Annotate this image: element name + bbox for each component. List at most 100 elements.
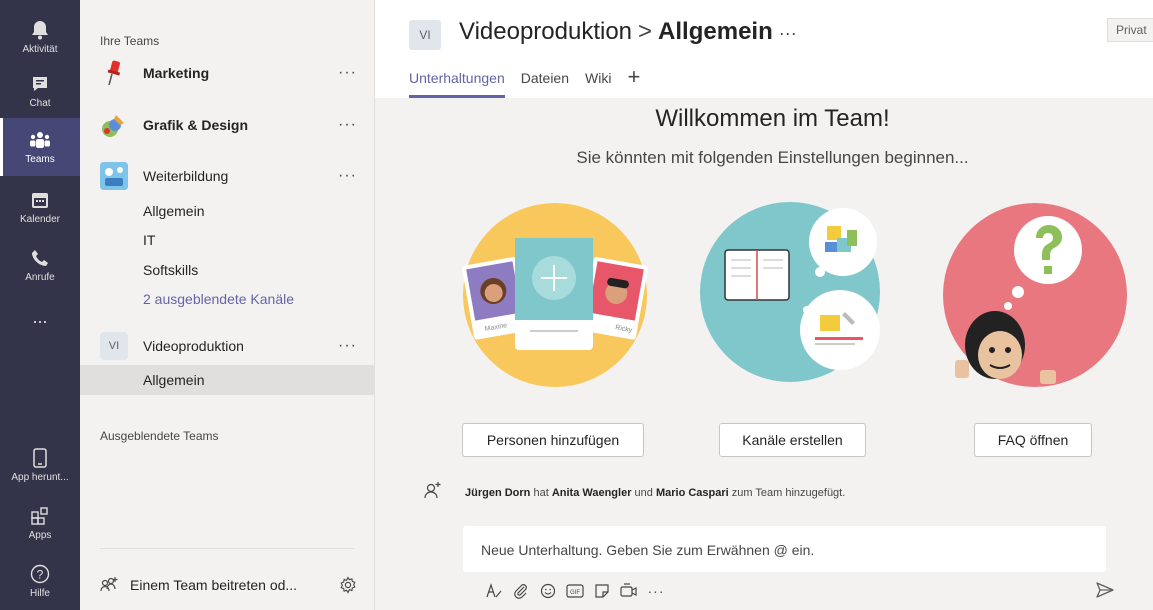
activity-verb: hat	[530, 487, 552, 499]
appbar-calls-label: Anrufe	[25, 272, 55, 283]
activity-actor: Jürgen Dorn	[465, 487, 531, 499]
calendar-icon	[29, 189, 51, 211]
phone-icon	[29, 247, 51, 269]
team-weiterbildung-name: Weiterbildung	[143, 168, 229, 184]
appbar-help-label: Hilfe	[29, 588, 50, 599]
create-channels-illustration	[695, 200, 895, 390]
channel-weiterbildung-it[interactable]: IT	[80, 226, 375, 254]
faq-illustration	[940, 200, 1130, 390]
apps-icon	[29, 505, 51, 527]
team-grafik-design-name: Grafik & Design	[143, 117, 249, 133]
tab-dateien[interactable]: Dateien	[521, 70, 569, 98]
main-area: VI Videoproduktion > Allgemein ··· Privat U…	[375, 0, 1153, 610]
team-videoproduktion[interactable]: VI Videoproduktion ···	[80, 328, 375, 364]
welcome-subtitle: Sie könnten mit folgenden Einstellungen …	[576, 148, 969, 167]
meet-icon[interactable]	[616, 580, 642, 602]
breadcrumb-team[interactable]: Videoproduktion	[459, 18, 632, 45]
your-teams-label: Ihre Teams	[100, 34, 160, 48]
team-grafik-design-more-button[interactable]: ···	[338, 116, 357, 134]
compose-box[interactable]: Neue Unterhaltung. Geben Sie zum Erwähne…	[463, 526, 1106, 572]
pushpin-icon	[100, 59, 128, 87]
gif-icon[interactable]: GIF	[562, 580, 588, 602]
breadcrumb: Videoproduktion > Allgemein ···	[459, 18, 797, 46]
teams-icon	[29, 129, 51, 151]
team-marketing[interactable]: Marketing ···	[80, 55, 375, 91]
channel-label: Allgemein	[143, 372, 205, 388]
appbar-download-app[interactable]: App herunt...	[0, 436, 80, 494]
sticker-icon[interactable]	[589, 580, 615, 602]
activity-person1: Anita Waengler	[551, 487, 632, 499]
appbar-activity[interactable]: Aktivität	[0, 8, 80, 66]
teams-panel: Ihre Teams Marketing ··· Grafik & Design…	[80, 0, 375, 610]
appbar-help[interactable]: ? Hilfe	[0, 552, 80, 610]
team-weiterbildung[interactable]: Weiterbildung ···	[80, 158, 375, 194]
bell-icon	[29, 19, 51, 41]
team-marketing-more-button[interactable]: ···	[338, 64, 357, 82]
attach-icon[interactable]	[508, 580, 534, 602]
appbar-more[interactable]: ...	[0, 300, 80, 340]
team-weiterbildung-more-button[interactable]: ···	[338, 167, 357, 185]
channel-weiterbildung-softskills[interactable]: Softskills	[80, 256, 375, 284]
help-icon: ?	[29, 563, 51, 585]
appbar-chat[interactable]: Chat	[0, 62, 80, 120]
team-videoproduktion-more-button[interactable]: ···	[338, 337, 357, 355]
privacy-badge: Privat	[1107, 18, 1153, 42]
activity-text: Jürgen Dorn hat Anita Waengler und Mario…	[465, 487, 845, 499]
format-icon[interactable]	[481, 580, 507, 602]
paint-icon	[100, 111, 128, 139]
hidden-channels-label: 2 ausgeblendete Kanäle	[143, 291, 295, 307]
gear-icon[interactable]	[339, 576, 357, 594]
activity-person2: Mario Caspari	[655, 487, 729, 499]
compose-toolbar: GIF ···	[481, 578, 670, 604]
appbar-chat-label: Chat	[29, 98, 51, 109]
team-videoproduktion-name: Videoproduktion	[143, 338, 244, 354]
channel-weiterbildung-allgemein[interactable]: Allgemein	[80, 197, 375, 225]
appbar-activity-label: Aktivität	[22, 44, 58, 55]
appbar-teams[interactable]: Teams	[0, 118, 80, 176]
open-faq-button[interactable]: FAQ öffnen	[974, 423, 1092, 457]
device-icon	[29, 447, 51, 469]
appbar-calendar[interactable]: Kalender	[0, 178, 80, 236]
channel-videoproduktion-allgemein[interactable]: Allgemein	[80, 365, 375, 395]
compose-placeholder: Neue Unterhaltung. Geben Sie zum Erwähne…	[481, 542, 815, 558]
team-weiterbildung-avatar	[100, 162, 128, 190]
team-videoproduktion-avatar: VI	[100, 332, 128, 360]
add-tab-button[interactable]: +	[627, 64, 640, 90]
appbar-teams-label: Teams	[25, 154, 55, 165]
activity-suffix: zum Team hinzugefügt.	[728, 487, 846, 499]
create-channels-button[interactable]: Kanäle erstellen	[719, 423, 866, 457]
add-person-icon	[423, 480, 443, 500]
hidden-teams-label: Ausgeblendete Teams	[100, 429, 219, 443]
join-team-icon	[100, 575, 120, 595]
appbar-apps[interactable]: Apps	[0, 494, 80, 552]
activity-message: Jürgen Dorn hat Anita Waengler und Mario…	[423, 478, 1123, 508]
breadcrumb-separator: >	[638, 18, 653, 45]
tab-unterhaltungen[interactable]: Unterhaltungen	[409, 70, 505, 98]
tab-wiki[interactable]: Wiki	[585, 70, 611, 98]
add-people-illustration: Maxine Ricky	[460, 200, 650, 390]
channel-label: IT	[143, 232, 156, 248]
more-icon[interactable]: ···	[643, 580, 669, 602]
panel-divider	[100, 548, 354, 549]
chat-icon	[29, 73, 51, 95]
join-team-button[interactable]: Einem Team beitreten od...	[100, 570, 365, 600]
join-team-label: Einem Team beitreten od...	[130, 577, 298, 593]
svg-text:?: ?	[37, 568, 44, 582]
hidden-channels-link[interactable]: 2 ausgeblendete Kanäle	[80, 285, 375, 313]
breadcrumb-channel: Allgemein	[658, 18, 773, 45]
send-icon[interactable]	[1095, 580, 1115, 600]
channel-more-button[interactable]: ···	[779, 23, 797, 43]
more-icon: ...	[32, 306, 48, 327]
team-grafik-design[interactable]: Grafik & Design ···	[80, 107, 375, 143]
appbar-apps-label: Apps	[28, 530, 52, 541]
team-marketing-name: Marketing	[143, 65, 210, 81]
activity-and: und	[631, 487, 656, 499]
add-people-button[interactable]: Personen hinzufügen	[462, 423, 644, 457]
appbar-calls[interactable]: Anrufe	[0, 236, 80, 294]
welcome-title: Willkommen im Team!	[655, 105, 890, 132]
gif-label: GIF	[570, 590, 580, 596]
appbar-download-label: App herunt...	[11, 472, 69, 483]
emoji-icon[interactable]	[535, 580, 561, 602]
channel-label: Softskills	[143, 262, 199, 278]
appbar-calendar-label: Kalender	[19, 214, 61, 225]
